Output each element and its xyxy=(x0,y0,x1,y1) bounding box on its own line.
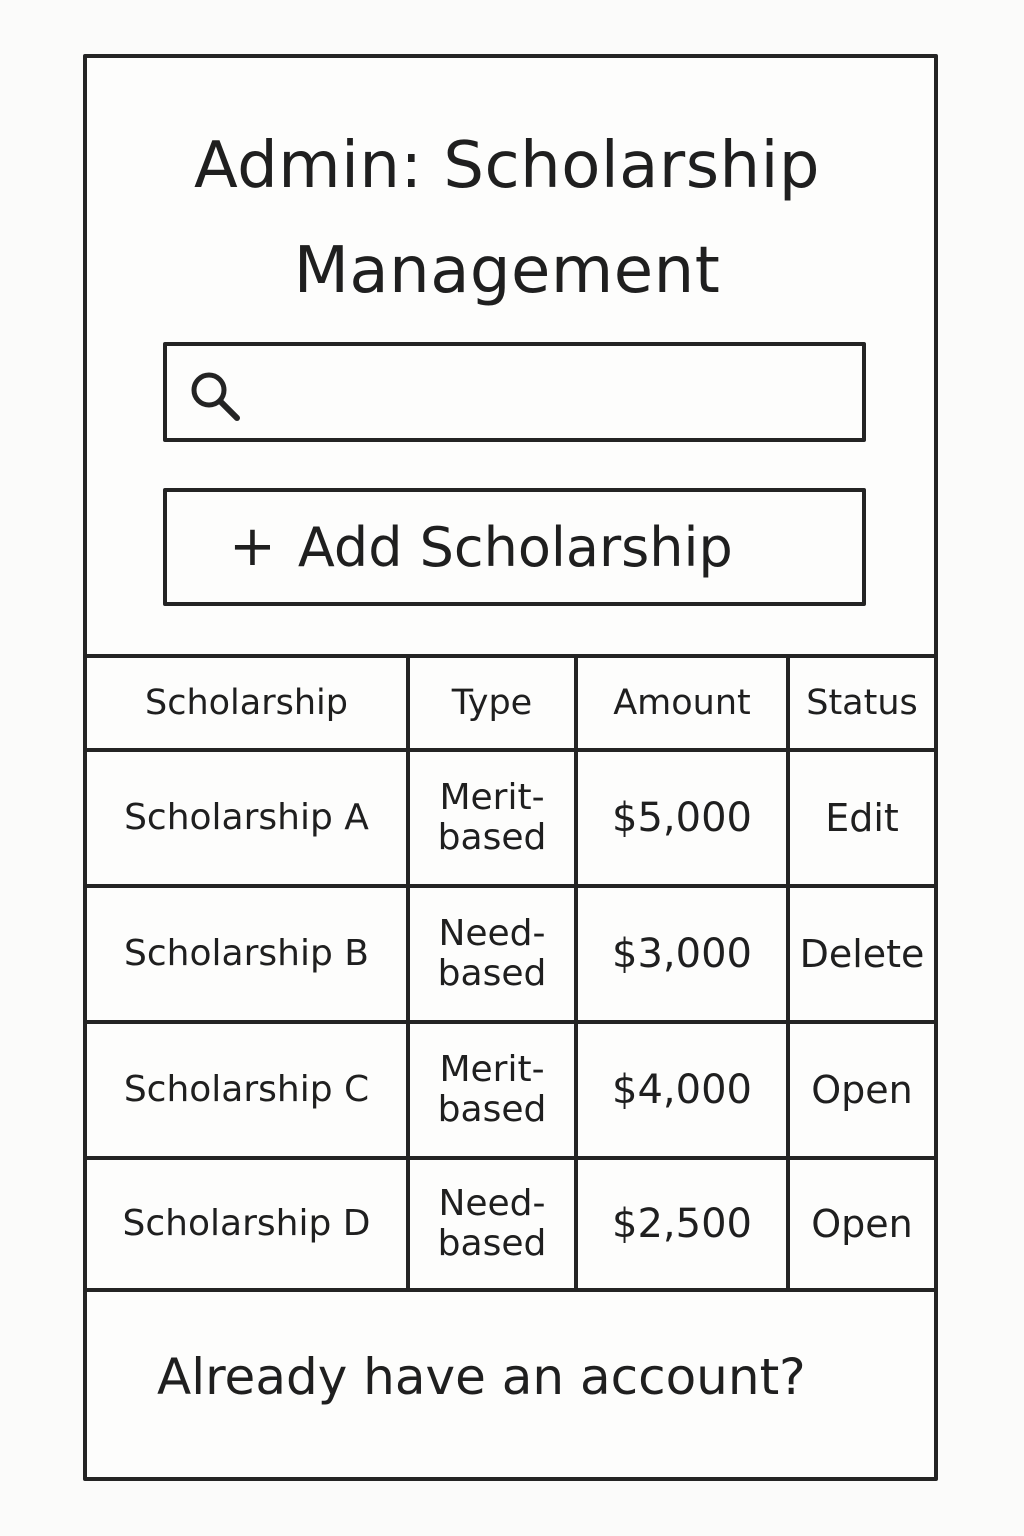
search-bar[interactable] xyxy=(163,342,866,442)
type-line-1: Merit- xyxy=(439,1049,545,1090)
page-title-line-1: Admin: Scholarship xyxy=(193,129,821,203)
add-scholarship-label: Add Scholarship xyxy=(297,515,733,579)
scholarship-type-cell: Need- based xyxy=(406,1156,578,1292)
scholarship-name-cell: Scholarship A xyxy=(87,748,410,888)
table-header-row: Scholarship Type Amount Status xyxy=(87,654,934,752)
table-row: Scholarship B Need- based $3,000 Delete xyxy=(87,884,934,1024)
search-icon xyxy=(191,372,240,421)
status-badge: Open xyxy=(786,1156,934,1292)
account-prompt-link[interactable]: Already have an account? xyxy=(157,1348,857,1406)
scholarship-table-container: Scholarship Type Amount Status Scholarsh… xyxy=(87,654,934,1292)
app-window: Admin: Scholarship Management + Add Scho… xyxy=(83,54,938,1481)
table-row: Scholarship C Merit- based $4,000 Open xyxy=(87,1020,934,1160)
scholarship-amount-cell: $5,000 xyxy=(574,748,790,888)
scholarship-type-cell: Need- based xyxy=(406,884,578,1024)
add-scholarship-button[interactable]: + Add Scholarship xyxy=(163,488,866,606)
type-line-1: Need- xyxy=(438,913,546,954)
page-title-line-2: Management xyxy=(293,234,721,308)
scholarship-type-cell: Merit- based xyxy=(406,748,578,888)
type-line-2: based xyxy=(437,953,547,994)
search-input[interactable] xyxy=(257,356,856,430)
column-header-type: Type xyxy=(406,654,578,752)
type-line-2: based xyxy=(437,1089,547,1130)
scholarship-name-cell: Scholarship C xyxy=(87,1020,410,1160)
scholarship-name-cell: Scholarship B xyxy=(87,884,410,1024)
scholarship-type-cell: Merit- based xyxy=(406,1020,578,1160)
type-line-2: based xyxy=(437,817,547,858)
scholarship-name-cell: Scholarship D xyxy=(87,1156,410,1292)
scholarship-amount-cell: $4,000 xyxy=(574,1020,790,1160)
edit-action[interactable]: Edit xyxy=(786,748,934,888)
column-header-amount: Amount xyxy=(574,654,790,752)
page-title: Admin: Scholarship Management xyxy=(137,114,877,324)
table-row: Scholarship D Need- based $2,500 Open xyxy=(87,1156,934,1292)
delete-action[interactable]: Delete xyxy=(786,884,934,1024)
column-header-status: Status xyxy=(786,654,934,752)
scholarship-table: Scholarship Type Amount Status Scholarsh… xyxy=(87,654,934,1292)
table-row: Scholarship A Merit- based $5,000 Edit xyxy=(87,748,934,888)
scholarship-amount-cell: $2,500 xyxy=(574,1156,790,1292)
type-line-2: based xyxy=(437,1223,547,1264)
column-header-scholarship: Scholarship xyxy=(87,654,410,752)
type-line-1: Need- xyxy=(438,1183,546,1224)
status-badge: Open xyxy=(786,1020,934,1160)
type-line-1: Merit- xyxy=(439,777,545,818)
scholarship-amount-cell: $3,000 xyxy=(574,884,790,1024)
plus-icon: + xyxy=(229,514,276,579)
